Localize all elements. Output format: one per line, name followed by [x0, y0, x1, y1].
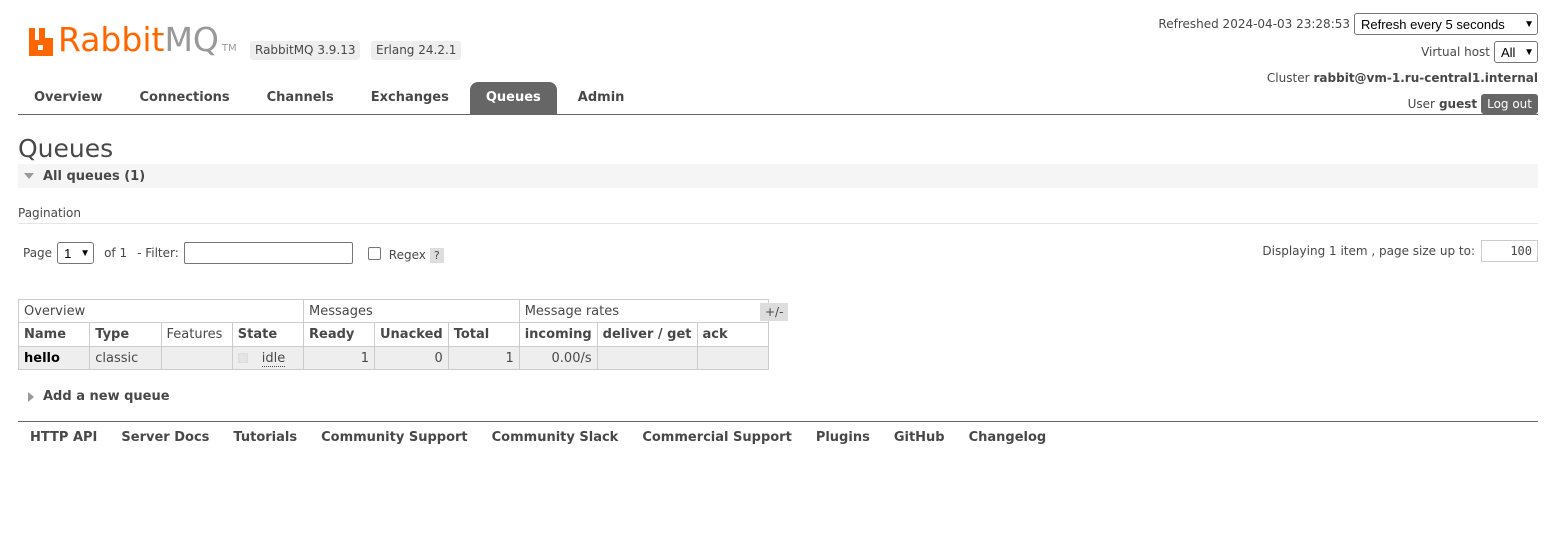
group-message-rates: Message rates [518, 299, 769, 323]
rabbitmq-version-badge: RabbitMQ 3.9.13 [250, 41, 361, 60]
page-select-value: 1 [64, 245, 72, 261]
queue-state: idle [231, 346, 305, 370]
col-total[interactable]: Total [447, 322, 520, 347]
queue-name-link[interactable]: hello [17, 346, 91, 370]
footer-link-changelog[interactable]: Changelog [969, 430, 1047, 445]
displaying-info: Displaying 1 item , page size up to: 100 [1262, 240, 1538, 262]
add-queue-label: Add a new queue [43, 389, 170, 404]
virtual-host-select[interactable]: All ▼ [1494, 41, 1538, 63]
triangle-down-icon [24, 173, 34, 179]
filter-label: - Filter: [137, 246, 179, 260]
queue-incoming-rate: 0.00/s [518, 346, 598, 370]
triangle-right-icon [28, 391, 34, 402]
footer-link-community-slack[interactable]: Community Slack [492, 430, 619, 445]
all-queues-section-label: All queues (1) [43, 168, 146, 184]
page-label: Page [23, 246, 53, 260]
queue-ack-rate [696, 346, 769, 370]
footer-link-http-api[interactable]: HTTP API [30, 430, 97, 445]
col-state[interactable]: State [231, 322, 305, 347]
logo-trademark: TM [221, 43, 237, 54]
col-unacked[interactable]: Unacked [374, 322, 449, 347]
columns-toggle-button[interactable]: +/- [760, 303, 789, 321]
queue-total: 1 [447, 346, 520, 370]
col-type[interactable]: Type [89, 322, 162, 347]
page-size-input[interactable]: 100 [1481, 240, 1538, 262]
queue-unacked: 0 [374, 346, 449, 370]
col-deliver-get[interactable]: deliver / get [596, 322, 698, 347]
col-ack[interactable]: ack [696, 322, 769, 347]
footer-link-server-docs[interactable]: Server Docs [121, 430, 209, 445]
queue-type: classic [89, 346, 162, 370]
tab-channels[interactable]: Channels [251, 82, 350, 114]
page-title: Queues [18, 134, 114, 163]
displaying-label: Displaying 1 item , page size up to: [1262, 244, 1475, 258]
col-incoming[interactable]: incoming [518, 322, 598, 347]
pagination-controls: Page 1 ▼ of 1 - Filter: Regex ? [23, 242, 444, 264]
footer-link-community-support[interactable]: Community Support [321, 430, 468, 445]
tab-exchanges[interactable]: Exchanges [355, 82, 465, 114]
pagination-divider [18, 223, 1538, 224]
footer-links: HTTP API Server Docs Tutorials Community… [30, 430, 1070, 445]
col-features[interactable]: Features [160, 322, 233, 347]
chevron-down-icon: ▼ [1524, 46, 1534, 58]
all-queues-section-toggle[interactable]: All queues (1) [18, 164, 1538, 188]
virtual-host-value: All [1501, 44, 1516, 60]
footer-link-github[interactable]: GitHub [894, 430, 945, 445]
tab-queues[interactable]: Queues [469, 82, 557, 114]
user-label: User [1407, 97, 1435, 111]
col-name[interactable]: Name [17, 322, 91, 347]
footer-link-plugins[interactable]: Plugins [816, 430, 870, 445]
virtual-host-row: Virtual host All ▼ [1158, 41, 1538, 63]
footer-divider [18, 421, 1538, 422]
user-name: guest [1438, 97, 1478, 111]
table-group-header-row: Overview Messages Message rates [18, 299, 769, 323]
queue-state-text: idle [261, 350, 286, 367]
page-select[interactable]: 1 ▼ [57, 242, 95, 264]
logout-button[interactable]: Log out [1481, 94, 1538, 114]
virtual-host-label: Virtual host [1421, 45, 1490, 59]
regex-label: Regex [388, 248, 426, 262]
filter-input[interactable] [183, 242, 353, 264]
tab-overview[interactable]: Overview [18, 82, 119, 114]
cluster-row: Cluster rabbit@vm-1.ru-central1.internal [1158, 71, 1538, 85]
user-row: User guest Log out [1158, 94, 1538, 114]
state-indicator-icon [237, 353, 248, 363]
footer-link-tutorials[interactable]: Tutorials [233, 430, 297, 445]
queue-deliver-get-rate [596, 346, 698, 370]
cluster-label: Cluster [1266, 71, 1310, 85]
logo-wordmark: RabbitMQ [58, 20, 219, 59]
tab-connections[interactable]: Connections [124, 82, 246, 114]
queue-ready: 1 [303, 346, 375, 370]
col-ready[interactable]: Ready [303, 322, 375, 347]
table-header-row: Name Type Features State Ready Unacked T… [17, 322, 769, 347]
group-messages: Messages [303, 299, 520, 323]
rabbitmq-logo: RabbitMQ TM [28, 20, 237, 59]
refresh-interval-select[interactable]: Refresh every 5 seconds ▼ [1354, 13, 1538, 35]
chevron-down-icon: ▼ [1524, 18, 1534, 30]
page-count: of 1 [104, 246, 128, 260]
refresh-interval-value: Refresh every 5 seconds [1361, 16, 1505, 32]
rabbitmq-logo-icon [29, 28, 53, 56]
tab-divider [18, 114, 1538, 115]
regex-checkbox[interactable] [367, 246, 381, 260]
queue-features [160, 346, 233, 370]
footer-link-commercial-support[interactable]: Commercial Support [642, 430, 792, 445]
add-queue-section-toggle[interactable]: Add a new queue [28, 389, 170, 404]
cluster-name: rabbit@vm-1.ru-central1.internal [1313, 71, 1538, 85]
erlang-version-badge: Erlang 24.2.1 [371, 41, 462, 60]
queues-table: Overview Messages Message rates Name Typ… [17, 299, 769, 370]
tab-admin[interactable]: Admin [562, 82, 641, 114]
refreshed-timestamp: Refreshed 2024-04-03 23:28:53 [1158, 17, 1350, 31]
pagination-heading: Pagination [18, 206, 81, 220]
group-overview: Overview [18, 299, 304, 323]
status-panel: Refreshed 2024-04-03 23:28:53 Refresh ev… [1158, 13, 1538, 114]
main-nav-tabs: Overview Connections Channels Exchanges … [18, 82, 645, 114]
chevron-down-icon: ▼ [80, 247, 91, 259]
refresh-row: Refreshed 2024-04-03 23:28:53 Refresh ev… [1158, 13, 1538, 35]
regex-help-button[interactable]: ? [429, 247, 444, 263]
table-row[interactable]: hello classic idle 1 0 1 0.00/s [17, 346, 769, 370]
